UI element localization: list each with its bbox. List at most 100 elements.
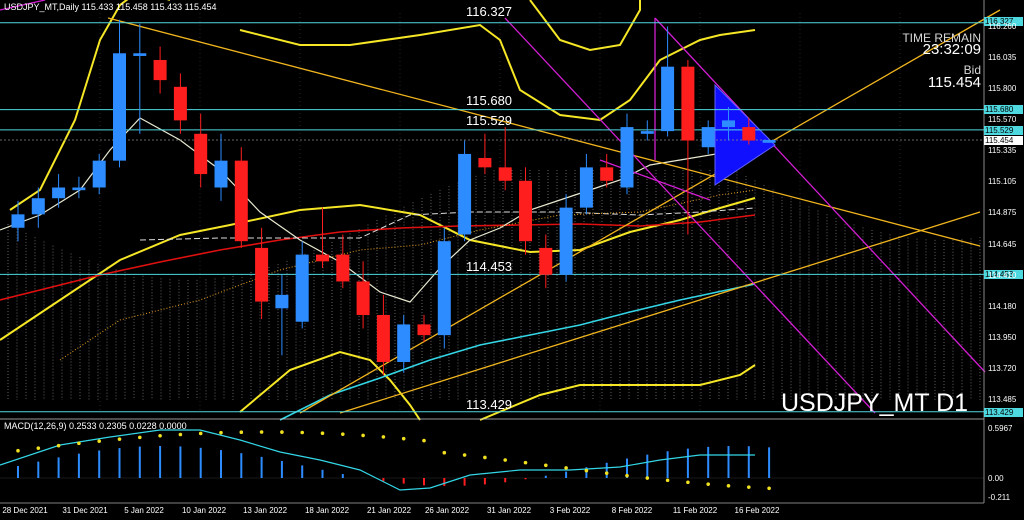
time-axis-tick: 28 Dec 2021 xyxy=(2,506,48,515)
candle-body xyxy=(214,160,228,188)
macd-label: MACD(12,26,9) 0.2533 0.2305 0.0228 0.000… xyxy=(4,421,187,431)
candle-body xyxy=(742,127,756,141)
price-axis-tick: 116.035 xyxy=(988,53,1017,62)
candle-body xyxy=(478,157,492,168)
time-axis-tick: 26 Jan 2022 xyxy=(424,506,470,515)
time-axis-tick: 8 Feb 2022 xyxy=(611,506,653,515)
time-axis-tick: 13 Jan 2022 xyxy=(242,506,288,515)
macd-axis-tick: 0.5967 xyxy=(988,424,1013,433)
macd-dot xyxy=(584,468,589,473)
horizontal-levels xyxy=(0,22,984,413)
candle-body xyxy=(437,241,451,336)
time-axis-tick: 11 Feb 2022 xyxy=(672,506,718,515)
macd-dot xyxy=(604,471,609,475)
time-axis-tick: 18 Jan 2022 xyxy=(304,506,350,515)
candle-body xyxy=(356,281,370,316)
candle-body xyxy=(681,66,695,141)
macd-dot xyxy=(56,443,61,448)
candle-body xyxy=(600,167,614,181)
time-axis-tick: 3 Feb 2022 xyxy=(549,506,591,515)
candle-body xyxy=(173,86,187,121)
macd-dot xyxy=(625,473,629,478)
candle-body xyxy=(72,187,86,191)
bollinger-lower xyxy=(239,350,421,421)
price-axis-tick: 115.570 xyxy=(988,115,1017,124)
time-axis-tick: 5 Jan 2022 xyxy=(124,506,164,515)
level-label-2: 115.680 xyxy=(466,93,513,108)
macd-dot xyxy=(198,431,203,436)
macd-axis-tick: 0.00 xyxy=(988,474,1004,483)
candle-body xyxy=(417,324,431,336)
macd-dot xyxy=(726,483,731,488)
macd-dot xyxy=(665,478,670,483)
macd-dot xyxy=(747,485,751,489)
candle-body xyxy=(762,139,776,143)
macd-dot xyxy=(381,435,386,439)
candle-body xyxy=(234,160,248,242)
price-axis-tick: 115.105 xyxy=(988,177,1017,186)
price-axis-tick: 115.800 xyxy=(988,84,1017,93)
price-tag-3: 115.529 xyxy=(984,126,1023,135)
macd-dot xyxy=(706,482,710,486)
time-axis-tick: 31 Dec 2021 xyxy=(62,506,108,515)
price-tag-5: 113.429 xyxy=(984,408,1023,417)
candle-body xyxy=(153,59,167,81)
candle-body xyxy=(295,254,309,322)
macd-dot xyxy=(16,448,20,453)
candle-body xyxy=(275,294,289,309)
symbol-label: USDJPY_MT D1 xyxy=(781,389,969,417)
macd-dot xyxy=(320,431,325,436)
price-axis-tick: 114.180 xyxy=(988,302,1017,311)
macd-dot xyxy=(239,430,244,434)
level-label-1: 116.327 xyxy=(466,4,513,19)
macd-dot xyxy=(645,476,650,480)
candle-body xyxy=(113,53,126,161)
candle-body xyxy=(52,187,66,199)
price-axis-tick: 113.720 xyxy=(988,364,1017,373)
price-axis-tick: 115.335 xyxy=(988,146,1017,155)
bollinger-upper-arc xyxy=(529,0,641,52)
macd-axis-tick: -0.211 xyxy=(988,493,1011,502)
time-axis-tick: 10 Jan 2022 xyxy=(181,506,227,515)
price-tag-current: 115.454 xyxy=(984,136,1023,145)
price-axis-tick: 114.410 xyxy=(988,271,1017,280)
time-axis-tick: 31 Jan 2022 xyxy=(486,506,532,515)
macd-dot xyxy=(523,460,528,465)
candle-body xyxy=(498,167,512,181)
candle-body xyxy=(640,131,654,134)
macd-dot xyxy=(219,430,223,435)
candle-body xyxy=(661,66,675,132)
candle-body xyxy=(336,254,350,282)
time-axis-tick: 16 Feb 2022 xyxy=(734,506,780,515)
candle-body xyxy=(701,127,715,148)
candle-body xyxy=(579,167,593,208)
macd-dot xyxy=(158,434,162,438)
candle-body xyxy=(11,214,25,228)
price-axis-tick: 113.950 xyxy=(988,333,1017,342)
candle-body xyxy=(519,180,532,242)
macd-dot xyxy=(97,439,101,443)
macd-dot xyxy=(178,432,183,437)
time-axis-tick: 21 Jan 2022 xyxy=(366,506,412,515)
candle-body xyxy=(92,160,106,188)
macd-dot xyxy=(259,430,264,434)
level-label-4: 114.453 xyxy=(466,259,513,274)
candle-body xyxy=(559,207,573,275)
macd-signal-line xyxy=(0,429,755,491)
macd-dot xyxy=(361,433,365,438)
price-tag-2: 115.680 xyxy=(984,105,1023,114)
chart-title: USDJPY_MT,Daily 115.433 115.458 115.433 … xyxy=(4,2,217,12)
macd-dot xyxy=(544,463,548,468)
macd-dot xyxy=(341,432,345,436)
macd-dot xyxy=(422,438,426,443)
candle-body xyxy=(620,127,634,188)
candle-body xyxy=(376,315,390,362)
macd-dot xyxy=(280,430,284,434)
macd-dot xyxy=(564,466,568,470)
candle-body xyxy=(539,247,553,275)
price-axis-tick: 114.875 xyxy=(988,208,1017,217)
macd-dot xyxy=(138,435,142,440)
candle-body xyxy=(397,324,411,362)
macd-dot xyxy=(767,486,771,491)
candle-body xyxy=(194,133,208,175)
